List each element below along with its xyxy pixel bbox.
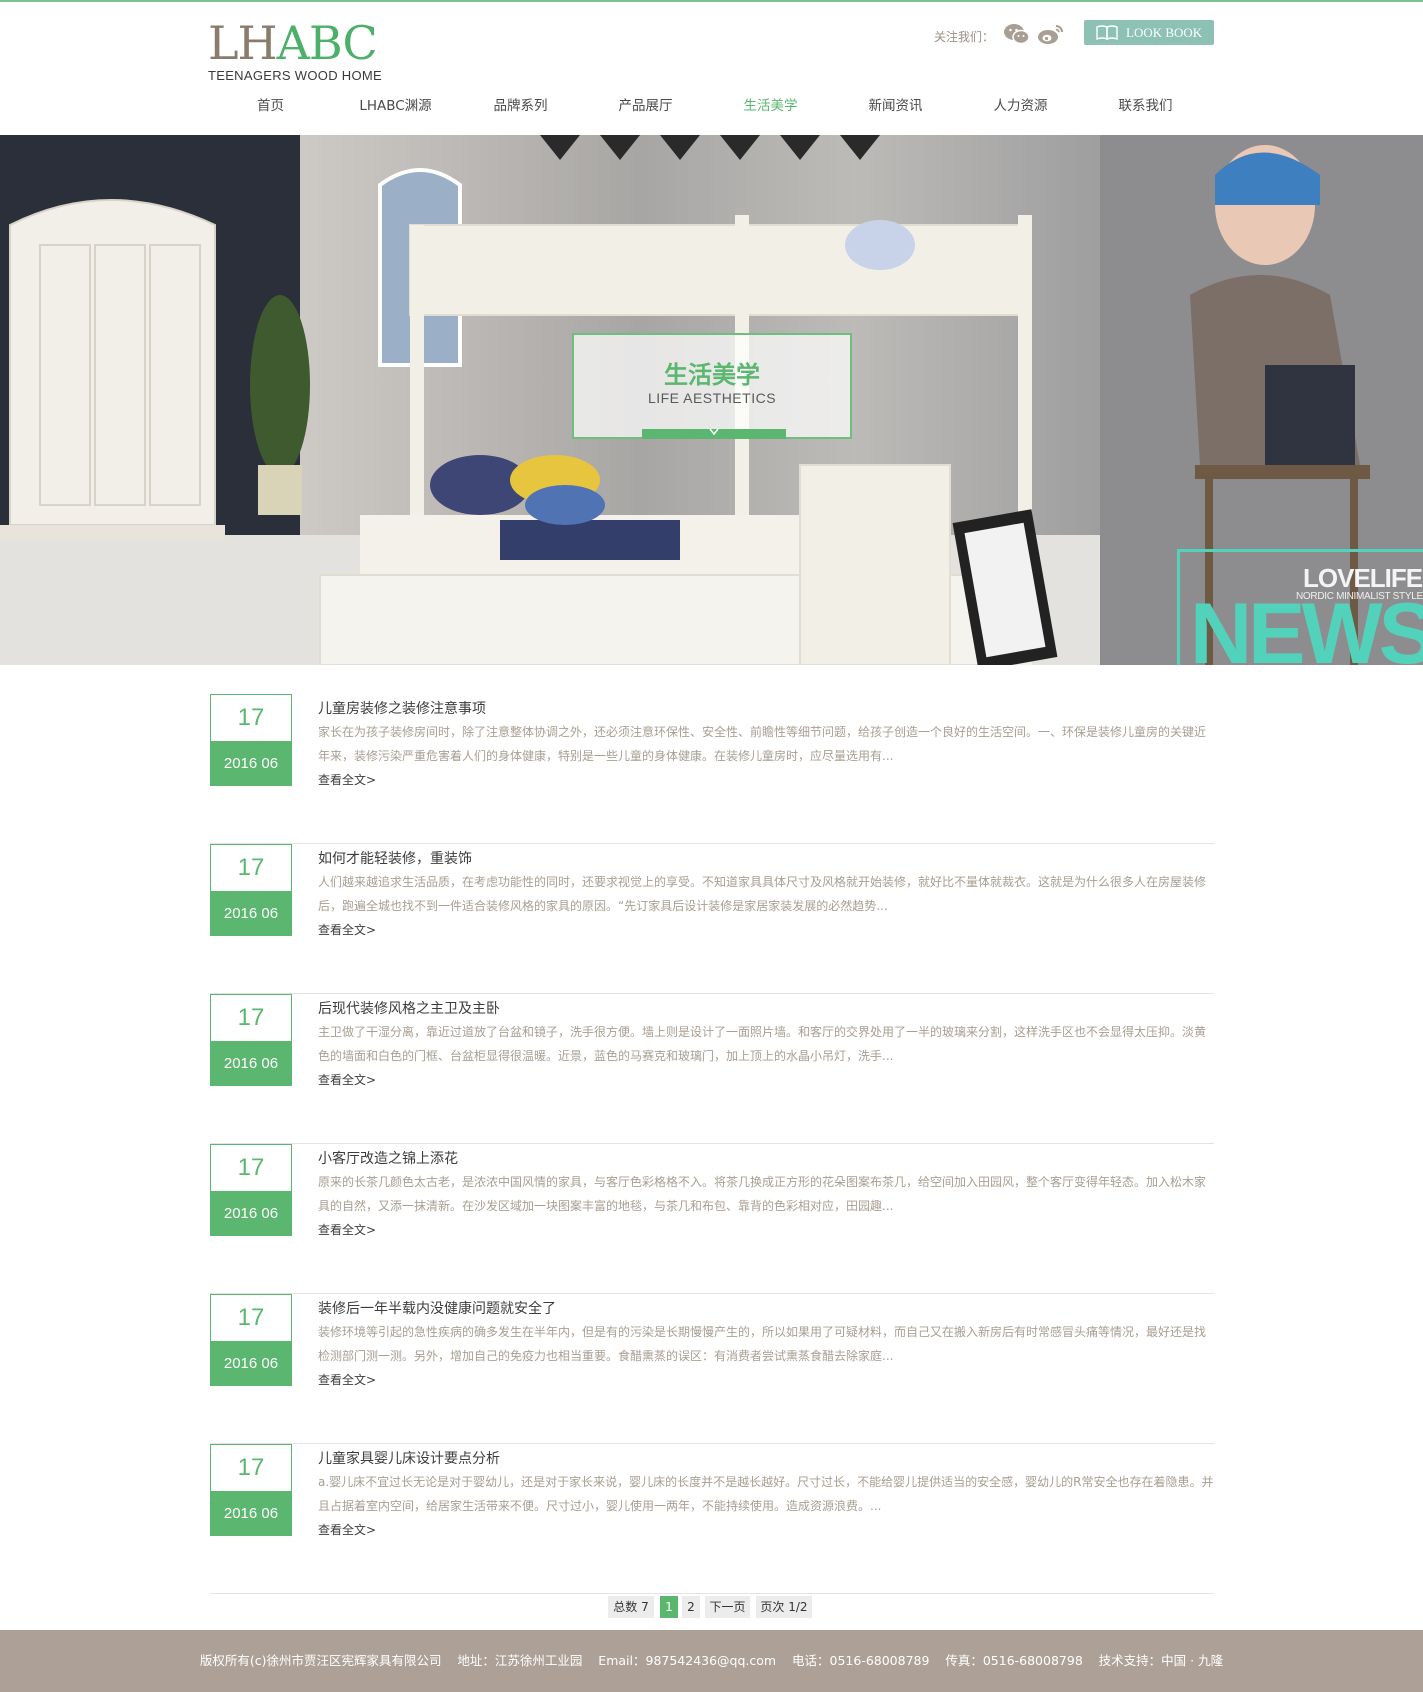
date-year-month: 2016 06 [211,1191,291,1236]
weibo-icon[interactable] [1037,22,1065,46]
date-year-month: 2016 06 [211,1041,291,1086]
banner-news: NEWS [1190,586,1423,665]
main-nav: 首页 LHABC渊源 品牌系列 产品展厅 生活美学 新闻资讯 人力资源 联系我们 [208,94,1208,120]
read-more-link[interactable]: 查看全文> [318,1221,376,1238]
date-year-month: 2016 06 [211,1491,291,1536]
logo-lh: LH [208,16,278,70]
article-title[interactable]: 儿童家具婴儿床设计要点分析 [318,1448,500,1468]
date-day: 17 [237,854,265,881]
nav-brand-origin[interactable]: LHABC渊源 [333,94,458,114]
pager-total: 总数 7 [608,1596,654,1618]
logo-wordmark: LHABC [208,20,382,66]
article-title[interactable]: 如何才能轻装修，重装饰 [318,848,472,868]
date-badge: 17 2016 06 [210,694,292,786]
site-logo[interactable]: LHABC TEENAGERS WOOD HOME [208,20,382,83]
article-excerpt: 家长在为孩子装修房间时，除了注意整体协调之外，还必须注意环保性、安全性、前瞻性等… [318,725,1207,763]
date-day: 17 [237,1004,265,1031]
site-footer: 版权所有(c)徐州市贾汪区宪辉家具有限公司 地址：江苏徐州工业园 Email：9… [0,1630,1423,1692]
read-more-link[interactable]: 查看全文> [318,921,376,938]
site-header: LHABC TEENAGERS WOOD HOME 关注我们： LOOK BOO… [0,2,1423,135]
date-badge: 17 2016 06 [210,994,292,1086]
article-excerpt: 装修环境等引起的急性疾病的确多发生在半年内，但是有的污染是长期慢慢产生的，所以如… [318,1325,1207,1363]
nav-hr[interactable]: 人力资源 [958,94,1083,114]
article-title[interactable]: 装修后一年半载内没健康问题就安全了 [318,1298,556,1318]
nav-news[interactable]: 新闻资讯 [833,94,958,114]
overlay-accent-bar [642,428,786,439]
list-item: 17 2016 06 如何才能轻装修，重装饰 人们越来越追求生活品质，在考虑功能… [210,844,1214,994]
logo-tagline: TEENAGERS WOOD HOME [208,68,382,83]
article-excerpt: 人们越来越追求生活品质，在考虑功能性的同时，还要求视觉上的享受。不知道家具具体尺… [318,875,1207,913]
nav-life-aesthetics[interactable]: 生活美学 [708,94,833,114]
list-item: 17 2016 06 儿童房装修之装修注意事项 家长在为孩子装修房间时，除了注意… [210,694,1214,844]
pager-next[interactable]: 下一页 [705,1596,750,1618]
list-item: 17 2016 06 小客厅改造之锦上添花 原来的长茶几颜色太古老，是浓浓中国风… [210,1144,1214,1294]
article-excerpt: a.婴儿床不宜过长无论是对于婴幼儿，还是对于家长来说，婴儿床的长度并不是越长越好… [318,1475,1214,1513]
article-title[interactable]: 后现代装修风格之主卫及主卧 [318,998,500,1018]
article-title[interactable]: 儿童房装修之装修注意事项 [318,698,486,718]
date-badge: 17 2016 06 [210,1444,292,1536]
article-excerpt: 主卫做了干湿分离，靠近过道放了台盆和镜子，洗手很方便。墙上则是设计了一面照片墙。… [318,1025,1207,1063]
read-more-link[interactable]: 查看全文> [318,1521,376,1538]
date-badge: 17 2016 06 [210,1294,292,1386]
date-day: 17 [237,1304,265,1331]
pager-page-1[interactable]: 1 [660,1596,678,1618]
section-title-en: LIFE AESTHETICS [647,390,777,406]
book-icon [1096,25,1118,40]
read-more-link[interactable]: 查看全文> [318,1071,376,1088]
nav-showroom[interactable]: 产品展厅 [583,94,708,114]
date-year-month: 2016 06 [211,891,291,936]
nav-contact[interactable]: 联系我们 [1083,94,1208,114]
nav-brand-series[interactable]: 品牌系列 [458,94,583,114]
wechat-icon[interactable] [1003,22,1031,46]
list-item: 17 2016 06 儿童家具婴儿床设计要点分析 a.婴儿床不宜过长无论是对于婴… [210,1444,1214,1594]
read-more-link[interactable]: 查看全文> [318,1371,376,1388]
article-excerpt: 原来的长茶几颜色太古老，是浓浓中国风情的家具，与客厅色彩格格不入。将茶几换成正方… [318,1175,1207,1213]
section-title-cn: 生活美学 [664,361,760,389]
date-year-month: 2016 06 [211,1341,291,1386]
nav-home[interactable]: 首页 [208,94,333,114]
hero-banner: 生活美学 LIFE AESTHETICS LOVELIFE NORDIC MIN… [0,135,1423,665]
date-badge: 17 2016 06 [210,1144,292,1236]
follow-us-label: 关注我们： [934,30,995,44]
logo-abc: ABC [276,16,378,70]
date-year-month: 2016 06 [211,741,291,786]
list-item: 17 2016 06 后现代装修风格之主卫及主卧 主卫做了干湿分离，靠近过道放了… [210,994,1214,1144]
footer-copyright: 版权所有(c)徐州市贾汪区宪辉家具有限公司 地址：江苏徐州工业园 Email：9… [199,1653,1224,1668]
lookbook-button[interactable]: LOOK BOOK [1084,20,1214,45]
article-title[interactable]: 小客厅改造之锦上添花 [318,1148,458,1168]
chevron-down-icon [709,428,719,436]
read-more-link[interactable]: 查看全文> [318,771,376,788]
date-day: 17 [237,1154,265,1181]
list-item: 17 2016 06 装修后一年半载内没健康问题就安全了 装修环境等引起的急性疾… [210,1294,1214,1444]
date-day: 17 [237,1454,265,1481]
lookbook-label: LOOK BOOK [1126,25,1203,40]
pager-info: 页次 1/2 [756,1596,812,1618]
date-day: 17 [237,704,265,731]
section-title-overlay: 生活美学 LIFE AESTHETICS [572,333,852,439]
pager-page-2[interactable]: 2 [682,1596,700,1618]
date-badge: 17 2016 06 [210,844,292,936]
